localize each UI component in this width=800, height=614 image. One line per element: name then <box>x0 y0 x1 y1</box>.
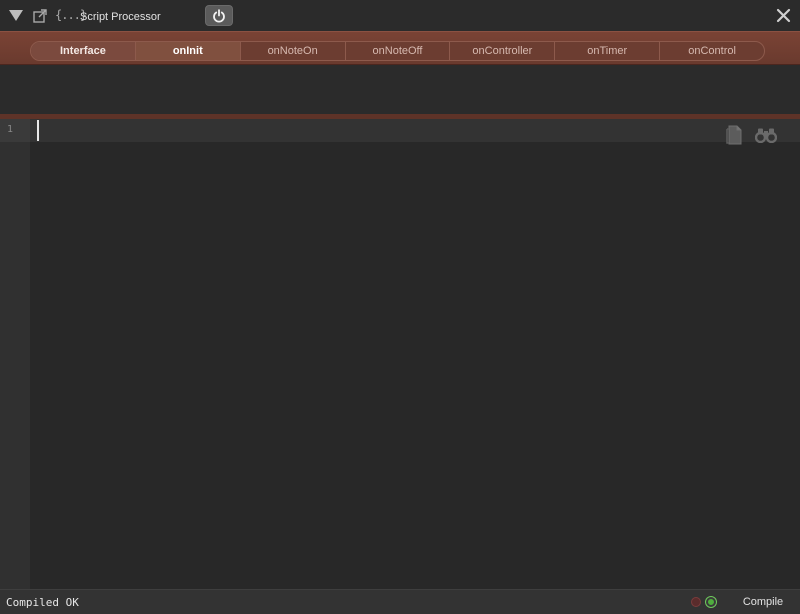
tab-onnoteoff[interactable]: onNoteOff <box>346 42 451 60</box>
close-icon[interactable] <box>776 8 791 23</box>
code-editor[interactable]: 1 <box>0 119 800 589</box>
power-button[interactable] <box>205 5 233 26</box>
binoculars-icon[interactable] <box>755 127 777 143</box>
green-led-icon <box>706 597 716 607</box>
gutter-current-line <box>0 119 30 142</box>
callback-bar: Interface onInit onNoteOn onNoteOff onCo… <box>0 31 800 65</box>
red-led-icon <box>691 597 701 607</box>
collapse-triangle-icon[interactable] <box>9 10 23 21</box>
power-icon <box>213 8 225 23</box>
interface-preview-area <box>0 65 800 114</box>
current-line-highlight <box>0 119 800 142</box>
text-caret <box>37 120 39 141</box>
tab-onnoteon[interactable]: onNoteOn <box>241 42 346 60</box>
line-number-gutter <box>0 119 30 589</box>
line-number: 1 <box>7 124 14 135</box>
compile-status: Compiled OK <box>6 596 79 609</box>
compile-button[interactable]: Compile <box>730 590 796 614</box>
external-link-icon[interactable] <box>33 9 47 23</box>
status-bar: Compiled OK Compile <box>0 589 800 614</box>
tab-interface[interactable]: Interface <box>31 42 136 60</box>
document-icon[interactable] <box>726 125 742 145</box>
tab-oncontroller[interactable]: onController <box>450 42 556 60</box>
tab-ontimer[interactable]: onTimer <box>555 42 661 60</box>
window-title: Script Processor <box>80 11 161 23</box>
title-bar: {...} Script Processor <box>0 0 800 31</box>
callback-tabs: Interface onInit onNoteOn onNoteOff onCo… <box>30 41 765 61</box>
tab-oncontrol[interactable]: onControl <box>660 42 764 60</box>
tab-oninit[interactable]: onInit <box>135 42 241 60</box>
